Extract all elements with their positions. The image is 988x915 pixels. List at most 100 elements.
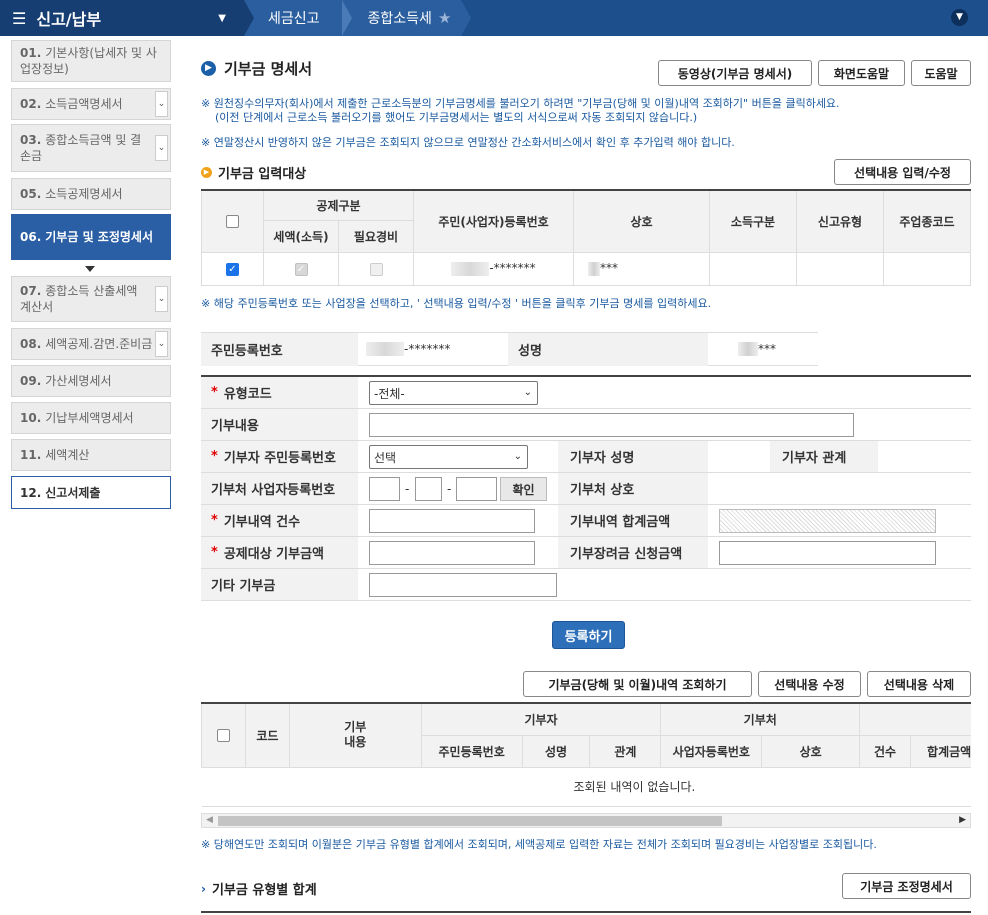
chevron-down-icon[interactable]: ⌄ bbox=[155, 91, 168, 117]
table-header: 신고유형 bbox=[796, 189, 884, 253]
menu-title-text: 신고/납부 bbox=[36, 10, 102, 29]
required-icon: * bbox=[211, 449, 218, 464]
required-icon: * bbox=[211, 545, 218, 560]
breadcrumb-income-tax[interactable]: 종합소득세 ★ bbox=[351, 0, 462, 36]
type-code-select[interactable]: -전체- ⌄ bbox=[369, 381, 538, 405]
chevron-down-icon: ⌄ bbox=[513, 451, 522, 462]
bizno-part2-input[interactable] bbox=[415, 477, 442, 501]
form-label: * 기부자 주민등록번호 bbox=[201, 441, 358, 472]
star-icon[interactable]: ★ bbox=[438, 9, 451, 27]
sidebar-item-prepaid[interactable]: 10. 기납부세액명세서 bbox=[11, 402, 171, 434]
sidebar-item-total-income[interactable]: 03. 종합소득금액 및 결손금 ⌄ bbox=[11, 124, 171, 172]
taxpayer-info: 주민등록번호 -******* 성명 *** bbox=[201, 332, 818, 366]
sidebar-item-num: 02. bbox=[20, 97, 42, 111]
sidebar-item-tax-credit[interactable]: 08. 세액공제.감면.준비금 ⌄ bbox=[11, 328, 171, 360]
sidebar-item-label: 소득공제명세서 bbox=[45, 187, 123, 201]
form-label: * 공제대상 기부금액 bbox=[201, 537, 358, 568]
hamburger-icon[interactable]: ☰ bbox=[12, 9, 26, 28]
table-cell bbox=[883, 251, 971, 286]
modify-selection-button[interactable]: 선택내용 수정 bbox=[758, 671, 861, 697]
sidebar-item-label: 기납부세액명세서 bbox=[45, 411, 134, 425]
scroll-right-icon[interactable]: ▶ bbox=[959, 815, 966, 825]
sidebar-item-submit[interactable]: 12. 신고서제출 bbox=[11, 476, 171, 509]
masked-block bbox=[366, 342, 404, 357]
sidebar-item-label: 가산세명세서 bbox=[45, 374, 112, 388]
select-all-checkbox[interactable] bbox=[216, 729, 230, 743]
empty-message: 조회된 내역이 없습니다. bbox=[201, 767, 971, 807]
donor-regno-select[interactable]: 선택 ⌄ bbox=[369, 445, 528, 469]
table-row: 조회된 내역이 없습니다. bbox=[201, 767, 971, 807]
sidebar-item-label: 기부금 및 조정명세서 bbox=[45, 230, 153, 244]
form-row: 기부처 사업자등록번호 - - 확인 기부처 상호 bbox=[201, 473, 971, 505]
other-input[interactable] bbox=[369, 573, 557, 597]
row-checkbox[interactable]: ✓ bbox=[226, 262, 239, 276]
notice-text: (이전 단계에서 근로소득 불러오기를 했어도 기부금명세서는 별도의 서식으로… bbox=[215, 111, 698, 124]
scrollbar-thumb[interactable] bbox=[218, 816, 722, 826]
video-button[interactable]: 동영상(기부금 명세서) bbox=[658, 60, 812, 86]
form-label: * 유형코드 bbox=[201, 377, 358, 408]
section-title-text: 기부금 유형별 합계 bbox=[211, 883, 317, 898]
bizno-part3-input[interactable] bbox=[456, 477, 497, 501]
table-header bbox=[859, 702, 971, 736]
screen-help-button[interactable]: 화면도움말 bbox=[818, 60, 905, 86]
form-label: 기부내역 합계금액 bbox=[558, 505, 708, 536]
chevron-right-icon: › bbox=[201, 881, 206, 896]
sidebar-item-basic-info[interactable]: 01. 기본사항(납세자 및 사업장정보) bbox=[11, 40, 171, 82]
form-label: 기부처 사업자등록번호 bbox=[201, 473, 358, 504]
form-row: * 공제대상 기부금액 기부장려금 신청금액 bbox=[201, 537, 971, 569]
sidebar-item-calculated-tax[interactable]: 07. 종합소득 산출세액계산서 ⌄ bbox=[11, 276, 171, 322]
adjustment-statement-button[interactable]: 기부금 조정명세서 bbox=[842, 873, 971, 899]
table-header: 주민(사업자)등록번호 bbox=[413, 189, 574, 253]
select-all-checkbox[interactable] bbox=[226, 215, 239, 229]
table-header: 상호 bbox=[761, 734, 861, 768]
sidebar-item-donation[interactable]: 06. 기부금 및 조정명세서 bbox=[11, 214, 171, 260]
incentive-input[interactable] bbox=[719, 541, 936, 565]
chevron-down-icon[interactable]: ⌄ bbox=[155, 135, 168, 161]
sidebar-item-label: 세액계산 bbox=[45, 448, 90, 462]
breadcrumb-tax-report[interactable]: 세금신고 bbox=[254, 0, 342, 36]
deductible-input[interactable] bbox=[369, 541, 535, 565]
table-row[interactable]: ✓ ✓ -******* *** bbox=[201, 251, 971, 286]
sidebar-item-num: 11. bbox=[20, 448, 42, 462]
form-row: * 기부자 주민등록번호 선택 ⌄ 기부자 성명 기부자 관계 bbox=[201, 441, 971, 473]
section-title-summary: › 기부금 유형별 합계 bbox=[201, 879, 317, 899]
sidebar-item-income-statement[interactable]: 02. 소득금액명세서 ⌄ bbox=[11, 88, 171, 120]
chevron-down-icon[interactable]: ▼ bbox=[951, 9, 968, 26]
select-value: 선택 bbox=[374, 450, 397, 465]
table-header bbox=[201, 702, 246, 768]
menu-title[interactable]: ☰ 신고/납부 ▼ bbox=[0, 0, 244, 36]
content-input[interactable] bbox=[369, 413, 854, 437]
edit-selection-button[interactable]: 선택내용 입력/수정 bbox=[834, 159, 971, 185]
sidebar-item-num: 03. bbox=[20, 133, 42, 147]
form-label: 기타 기부금 bbox=[201, 569, 358, 600]
sidebar-item-tax-calc[interactable]: 11. 세액계산 bbox=[11, 439, 171, 471]
form-label: 기부장려금 신청금액 bbox=[558, 537, 708, 568]
help-button[interactable]: 도움말 bbox=[911, 60, 971, 86]
table-header: 코드 bbox=[244, 702, 290, 768]
sidebar-item-num: 05. bbox=[20, 187, 42, 201]
bullet-icon: ▶ bbox=[201, 167, 212, 178]
name-value: *** bbox=[708, 342, 818, 357]
count-input[interactable] bbox=[369, 509, 535, 533]
table-cell: ✓ bbox=[201, 251, 264, 286]
sidebar-item-num: 06. bbox=[20, 230, 42, 244]
confirm-button[interactable]: 확인 bbox=[500, 477, 547, 501]
form-label: 기부처 상호 bbox=[558, 473, 708, 504]
register-button[interactable]: 등록하기 bbox=[552, 621, 625, 649]
dash-separator: - bbox=[405, 482, 410, 496]
scroll-left-icon[interactable]: ◀ bbox=[206, 815, 213, 825]
sidebar-item-penalty[interactable]: 09. 가산세명세서 bbox=[11, 365, 171, 397]
bizno-part1-input[interactable] bbox=[369, 477, 400, 501]
chevron-down-icon[interactable]: ⌄ bbox=[155, 331, 168, 357]
form-row: * 유형코드 -전체- ⌄ bbox=[201, 377, 971, 409]
chevron-down-icon[interactable]: ⌄ bbox=[155, 286, 168, 312]
active-pointer-icon bbox=[85, 266, 95, 272]
delete-selection-button[interactable]: 선택내용 삭제 bbox=[867, 671, 971, 697]
breadcrumb-separator bbox=[461, 0, 472, 36]
table-header bbox=[201, 189, 264, 253]
sidebar-item-deduction[interactable]: 05. 소득공제명세서 bbox=[11, 178, 171, 210]
dropdown-caret-icon[interactable]: ▼ bbox=[218, 13, 226, 24]
regno-value: -******* bbox=[358, 342, 508, 357]
query-donation-button[interactable]: 기부금(당해 및 이월)내역 조회하기 bbox=[523, 671, 752, 697]
horizontal-scrollbar[interactable]: ◀ ▶ bbox=[201, 813, 971, 828]
